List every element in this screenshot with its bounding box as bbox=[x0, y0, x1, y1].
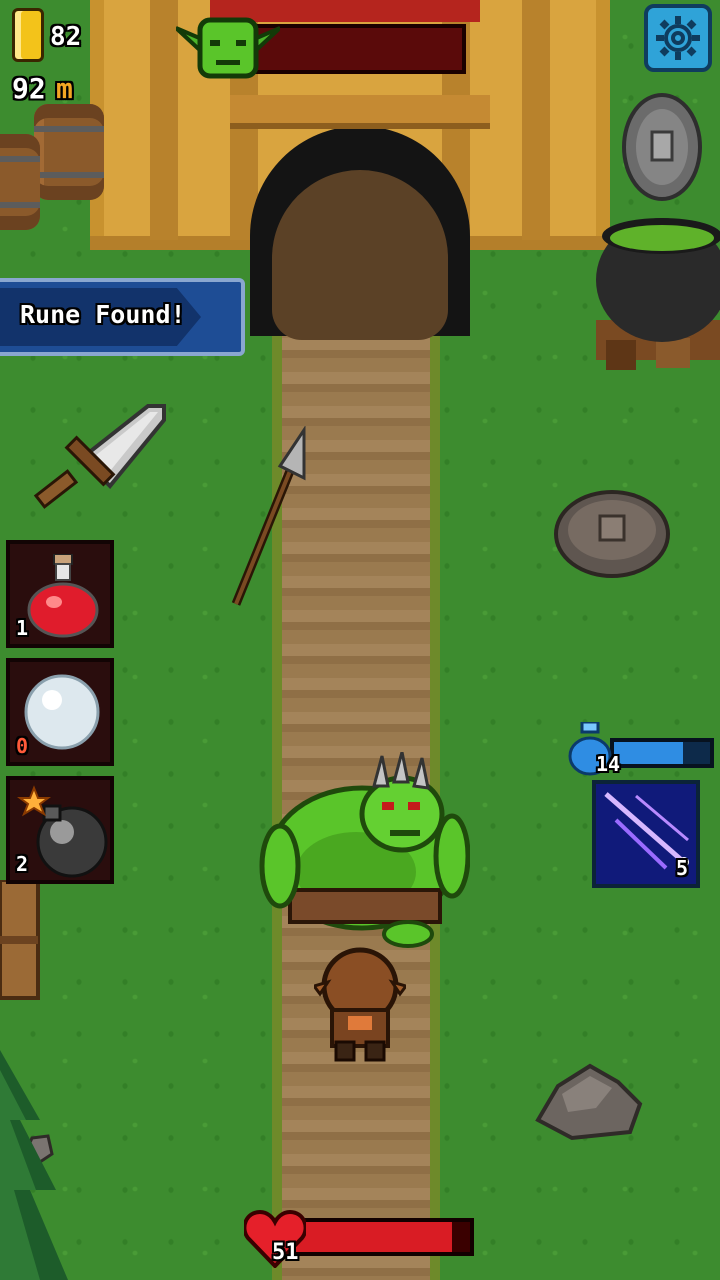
mana-fill bbox=[614, 742, 684, 764]
notification-text: Rune Found! bbox=[20, 300, 186, 329]
potion-count: 1 bbox=[16, 616, 29, 640]
gold-coin-icon bbox=[12, 8, 44, 62]
wooden-crate-icon bbox=[0, 880, 40, 1000]
gear-icon bbox=[656, 16, 700, 60]
player-hero[interactable] bbox=[314, 946, 406, 1064]
settings-button[interactable] bbox=[644, 4, 712, 72]
spell-count: 5 bbox=[675, 856, 688, 880]
cauldron-icon bbox=[596, 218, 720, 370]
tent-entrance-floor bbox=[272, 170, 448, 340]
inventory-slot-potion[interactable]: 1 bbox=[6, 540, 114, 648]
game-scene[interactable]: 82 92 m Rune Found! 1 0 2 14 5 51 bbox=[0, 0, 720, 1280]
gold-count: 82 bbox=[50, 22, 82, 52]
red-potion-icon bbox=[27, 554, 99, 638]
mana-bar bbox=[610, 738, 714, 768]
snowball-icon bbox=[24, 674, 100, 750]
bomb-icon bbox=[17, 785, 108, 878]
ogre-enemy[interactable] bbox=[258, 752, 470, 948]
rune-found-banner: Rune Found! bbox=[0, 278, 245, 356]
inventory-slot-snowball[interactable]: 0 bbox=[6, 658, 114, 766]
tent-beam bbox=[230, 95, 490, 129]
spell-slot[interactable]: 5 bbox=[592, 780, 700, 888]
distance-value: 92 bbox=[12, 72, 46, 105]
player-hp-value: 51 bbox=[272, 1240, 299, 1265]
inventory-slot-bomb[interactable]: 2 bbox=[6, 776, 114, 884]
snowball-count: 0 bbox=[16, 734, 29, 758]
goblin-boss-icon bbox=[176, 17, 280, 79]
spear-icon bbox=[231, 426, 306, 606]
mana-value: 14 bbox=[596, 752, 621, 776]
barrel bbox=[0, 134, 40, 230]
sword-icon bbox=[33, 404, 166, 509]
distance-unit: m bbox=[56, 72, 73, 105]
health-fill bbox=[292, 1222, 453, 1252]
stone-slab-icon bbox=[554, 490, 670, 578]
round-shield-icon bbox=[622, 93, 702, 201]
barrel bbox=[34, 104, 104, 200]
rock-icon bbox=[535, 1063, 643, 1141]
bomb-count: 2 bbox=[16, 852, 29, 876]
boss-health-bar bbox=[252, 24, 466, 74]
pine-tree-icon bbox=[0, 1050, 68, 1280]
player-health-bar bbox=[288, 1218, 474, 1256]
